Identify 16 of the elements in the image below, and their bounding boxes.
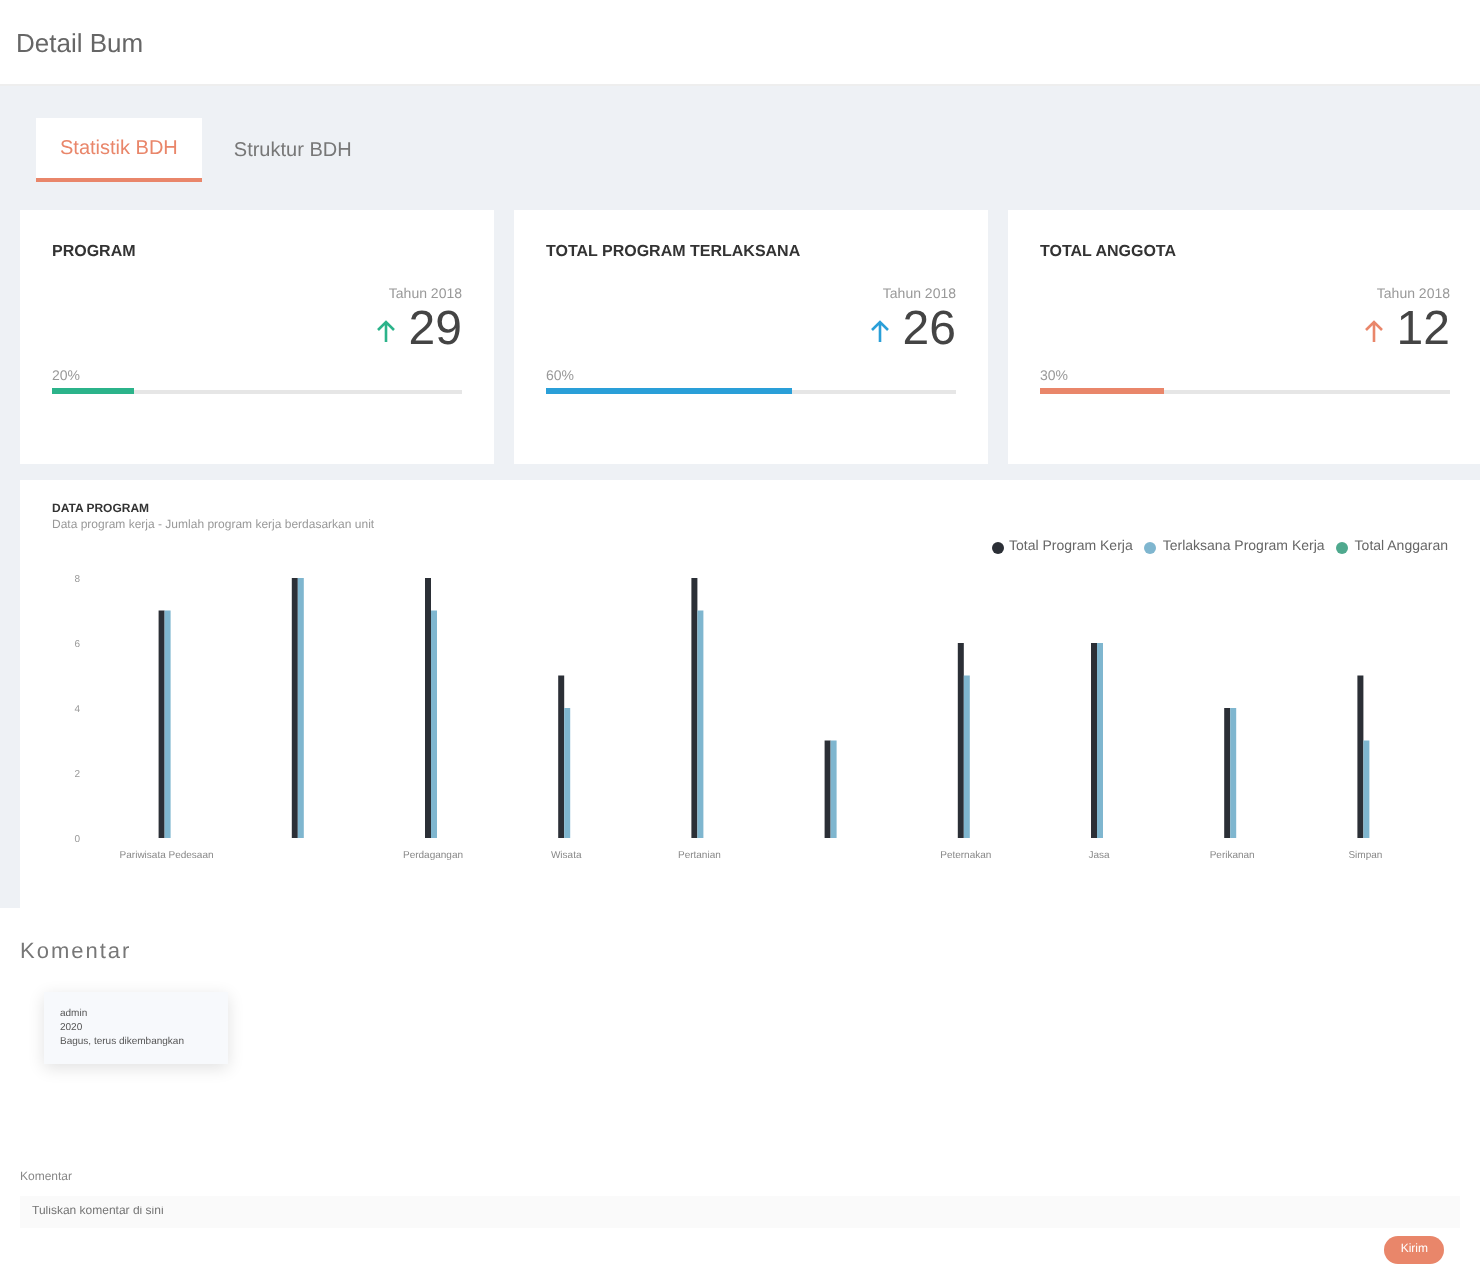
- legend-dot: [991, 541, 1003, 553]
- arrow-up-icon: [1364, 317, 1385, 343]
- card-value: 26: [902, 302, 956, 358]
- arrow-up-icon: [376, 317, 397, 343]
- section-title: Komentar: [20, 940, 134, 964]
- card-title: TOTAL PROGRAM TERLAKSANA: [546, 242, 803, 260]
- card-value: 12: [1396, 302, 1450, 358]
- card-title: PROGRAM: [52, 242, 138, 260]
- tab[interactable]: Struktur BDH: [209, 118, 376, 182]
- arrow-up-icon: [870, 317, 891, 343]
- legend-dot: [1144, 541, 1157, 553]
- legend-dot: [1336, 541, 1349, 553]
- tab[interactable]: Statistik BDH: [36, 118, 202, 182]
- card-title: TOTAL ANGGOTA: [1040, 242, 1178, 260]
- card-value: 29: [408, 302, 462, 358]
- page-title: Detail Bum: [16, 27, 144, 57]
